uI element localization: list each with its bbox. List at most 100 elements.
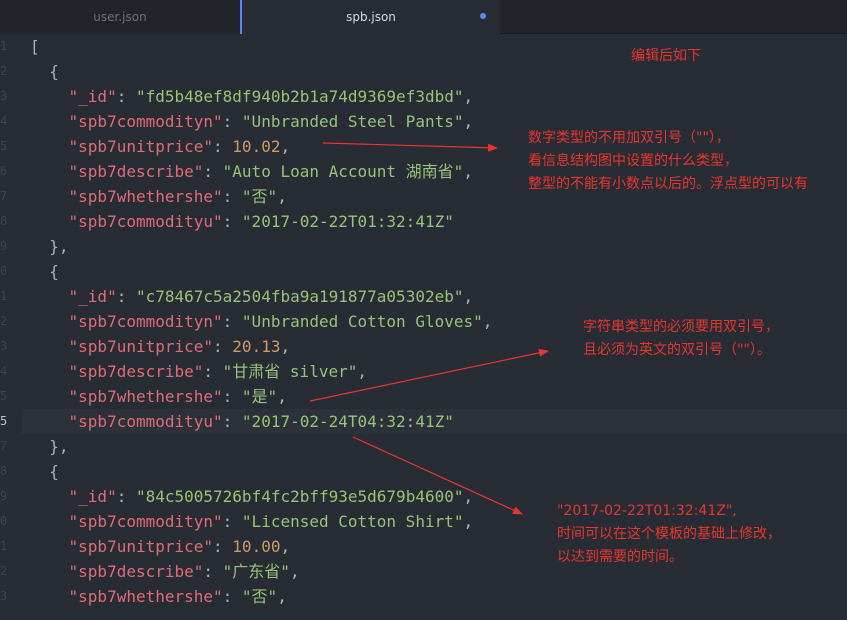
json-key: "spb7commodityu" bbox=[68, 212, 223, 231]
code-line: "_id": "84c5005726bf4fc2bff93e5d679b4600… bbox=[68, 487, 474, 506]
json-key: "spb7whethershe" bbox=[68, 587, 223, 606]
brace-token: { bbox=[30, 62, 59, 81]
annotation-line: 数字类型的不用加双引号（""）， bbox=[528, 130, 730, 146]
line-number: 2 bbox=[0, 314, 8, 328]
code-line: "_id": "fd5b48ef8df940b2b1a74d9369ef3dbd… bbox=[68, 87, 474, 106]
json-key: "spb7commodityu" bbox=[68, 412, 223, 431]
annotation-line: 字符串类型的必须要用双引号， bbox=[583, 319, 779, 335]
annotation-line: "2017-02-22T01:32:41Z", bbox=[557, 503, 737, 519]
json-string-value: "Licensed Cotton Shirt" bbox=[241, 512, 464, 531]
code-line: "spb7unitprice": 20.13, bbox=[68, 337, 291, 356]
line-number: 6 bbox=[0, 164, 8, 178]
code-line: { bbox=[30, 59, 59, 84]
json-key: "spb7whethershe" bbox=[68, 387, 223, 406]
code-line: }, bbox=[30, 237, 69, 256]
code-line: "spb7unitprice": 10.02, bbox=[68, 137, 291, 156]
annotation-line: 时间可以在这个模板的基础上修改， bbox=[557, 526, 781, 542]
line-number: 5 bbox=[0, 389, 8, 403]
json-key: "spb7describe" bbox=[68, 162, 204, 181]
code-line: "spb7describe": "广东省", bbox=[68, 562, 300, 581]
annotation-number-note: 数字类型的不用加双引号（""）， 看信息结构图中设置的什么类型， 整型的不能有小… bbox=[528, 127, 808, 196]
json-key: "spb7unitprice" bbox=[68, 537, 214, 556]
annotation-line: 整型的不能有小数点以后的。浮点型的可以有 bbox=[528, 176, 808, 192]
json-string-value: "广东省" bbox=[222, 562, 290, 581]
code-line-current: "spb7commodityu": "2017-02-24T04:32:41Z" bbox=[22, 409, 847, 434]
annotation-title: 编辑后如下 bbox=[631, 48, 701, 64]
json-number-value: 10.00 bbox=[232, 537, 281, 556]
json-key: "_id" bbox=[68, 487, 117, 506]
code-line: "spb7commodityu": "2017-02-22T01:32:41Z" bbox=[68, 212, 454, 231]
annotation-line: 且必须为英文的双引号（""）。 bbox=[583, 342, 771, 358]
json-string-value: "是" bbox=[241, 387, 278, 406]
tab-bar: user.json spb.json bbox=[0, 0, 847, 34]
json-string-value: "Unbranded Cotton Gloves" bbox=[241, 312, 483, 331]
json-key: "spb7commodityn" bbox=[68, 512, 223, 531]
json-key: "spb7commodityn" bbox=[68, 112, 223, 131]
json-number-value: 20.13 bbox=[232, 337, 281, 356]
json-string-value: "2017-02-24T04:32:41Z" bbox=[241, 412, 454, 431]
line-number: 3 bbox=[0, 339, 8, 353]
json-string-value: "c78467c5a2504fba9a191877a05302eb" bbox=[135, 287, 464, 306]
line-number: 7 bbox=[0, 189, 8, 203]
code-line: "spb7commodityn": "Licensed Cotton Shirt… bbox=[68, 512, 474, 531]
code-line: "spb7commodityn": "Unbranded Cotton Glov… bbox=[68, 312, 493, 331]
json-key: "_id" bbox=[68, 287, 117, 306]
line-number: 3 bbox=[0, 589, 8, 603]
code-line: [ bbox=[30, 34, 40, 59]
json-key: "spb7unitprice" bbox=[68, 337, 214, 356]
json-string-value: "甘肃省 silver" bbox=[222, 362, 358, 381]
tab-spb-json[interactable]: spb.json bbox=[240, 0, 500, 34]
code-line: "spb7whethershe": "是", bbox=[68, 387, 287, 406]
line-number: 7 bbox=[0, 439, 8, 453]
line-number: 2 bbox=[0, 64, 8, 78]
json-key: "spb7whethershe" bbox=[68, 187, 223, 206]
json-string-value: "fd5b48ef8df940b2b1a74d9369ef3dbd" bbox=[135, 87, 464, 106]
json-key: "spb7unitprice" bbox=[68, 137, 214, 156]
line-number-gutter: 1 2 3 4 5 6 7 8 9 0 1 2 3 4 5 5 7 8 9 0 … bbox=[0, 34, 22, 620]
json-string-value: "否" bbox=[241, 587, 278, 606]
code-line: { bbox=[30, 262, 59, 281]
line-number-current: 5 bbox=[0, 414, 8, 428]
code-line: "spb7whethershe": "否", bbox=[68, 587, 287, 606]
line-number: 8 bbox=[0, 464, 8, 478]
line-number: 1 bbox=[0, 539, 8, 553]
code-line: "spb7describe": "Auto Loan Account 湖南省", bbox=[68, 162, 473, 181]
code-line: { bbox=[30, 462, 59, 481]
tab-bar-empty-area bbox=[500, 0, 847, 34]
json-key: "_id" bbox=[68, 87, 117, 106]
code-line: "spb7commodityn": "Unbranded Steel Pants… bbox=[68, 112, 474, 131]
code-line: "spb7whethershe": "否", bbox=[68, 187, 287, 206]
annotation-time-note: "2017-02-22T01:32:41Z", 时间可以在这个模板的基础上修改，… bbox=[557, 500, 781, 569]
json-string-value: "Auto Loan Account 湖南省" bbox=[222, 162, 464, 181]
json-key: "spb7describe" bbox=[68, 362, 204, 381]
line-number: 4 bbox=[0, 364, 8, 378]
tab-label: spb.json bbox=[346, 10, 396, 24]
line-number: 2 bbox=[0, 564, 8, 578]
line-number: 1 bbox=[0, 39, 8, 53]
line-number: 1 bbox=[0, 289, 8, 303]
tab-label: user.json bbox=[93, 10, 147, 24]
annotation-line: 以达到需要的时间。 bbox=[557, 549, 683, 565]
json-string-value: "84c5005726bf4fc2bff93e5d679b4600" bbox=[135, 487, 464, 506]
code-line: "spb7describe": "甘肃省 silver", bbox=[68, 362, 367, 381]
line-number: 4 bbox=[0, 114, 8, 128]
annotation-line: 看信息结构图中设置的什么类型， bbox=[528, 153, 738, 169]
bracket-token: [ bbox=[30, 37, 40, 56]
modified-indicator-icon bbox=[480, 13, 486, 19]
line-number: 9 bbox=[0, 239, 8, 253]
json-string-value: "2017-02-22T01:32:41Z" bbox=[241, 212, 454, 231]
line-number: 9 bbox=[0, 489, 8, 503]
code-line: }, bbox=[30, 437, 69, 456]
json-key: "spb7describe" bbox=[68, 562, 204, 581]
code-line: "_id": "c78467c5a2504fba9a191877a05302eb… bbox=[68, 287, 474, 306]
json-key: "spb7commodityn" bbox=[68, 312, 223, 331]
tab-user-json[interactable]: user.json bbox=[0, 0, 240, 34]
line-number: 0 bbox=[0, 514, 8, 528]
code-line: "spb7unitprice": 10.00, bbox=[68, 537, 291, 556]
json-string-value: "Unbranded Steel Pants" bbox=[241, 112, 464, 131]
json-string-value: "否" bbox=[241, 187, 278, 206]
line-number: 0 bbox=[0, 264, 8, 278]
json-number-value: 10.02 bbox=[232, 137, 281, 156]
line-number: 5 bbox=[0, 139, 8, 153]
line-number: 8 bbox=[0, 214, 8, 228]
